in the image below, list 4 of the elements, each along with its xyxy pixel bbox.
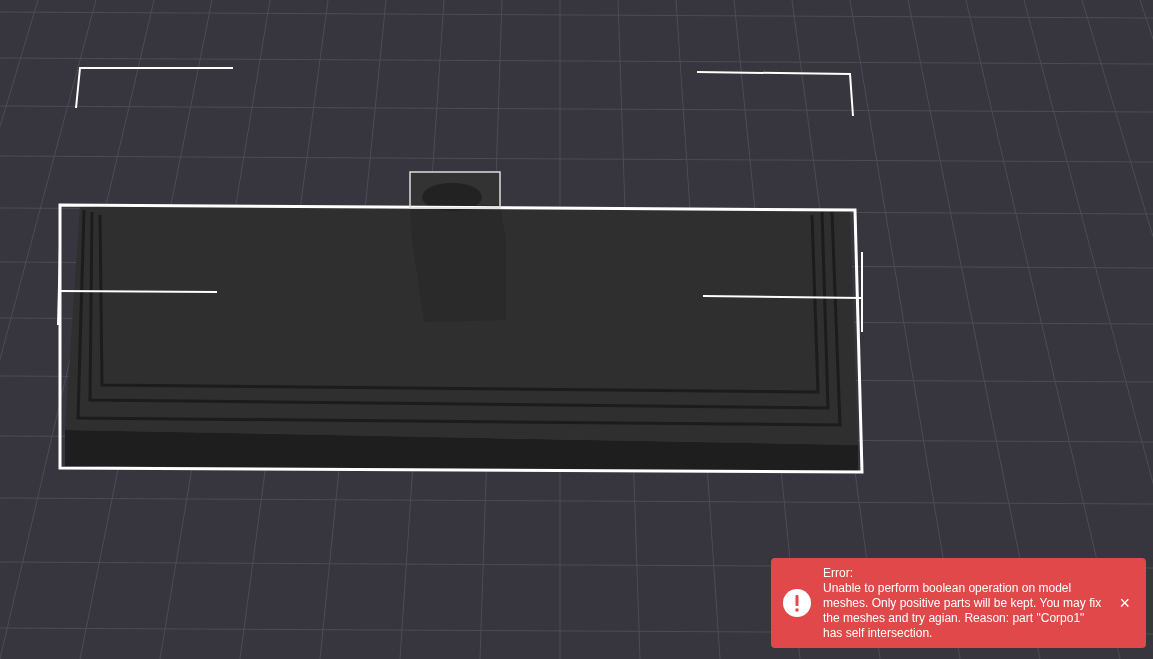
close-button[interactable]: × [1115, 594, 1134, 612]
notification-message: Unable to perform boolean operation on model meshes. Only positive parts will be kept. You may fix the meshes and try agian. Reason: part "Corpo1" has self intersection. [823, 580, 1103, 641]
exclamation-icon [783, 589, 811, 617]
notification-title: Error: [823, 565, 854, 581]
